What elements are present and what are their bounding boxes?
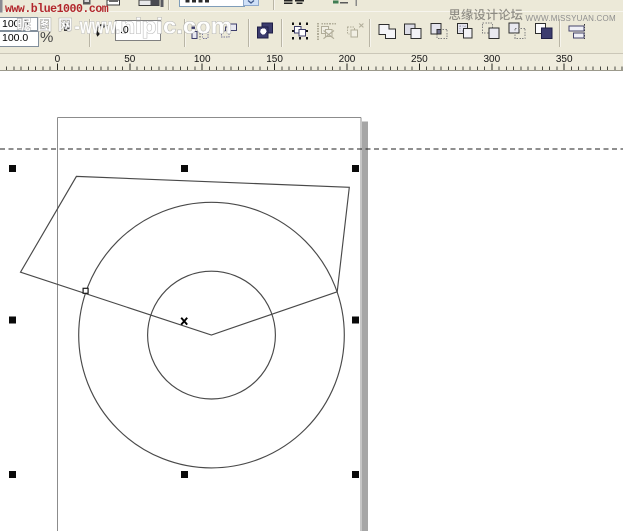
svg-text:-www.: -www.: [75, 13, 121, 38]
